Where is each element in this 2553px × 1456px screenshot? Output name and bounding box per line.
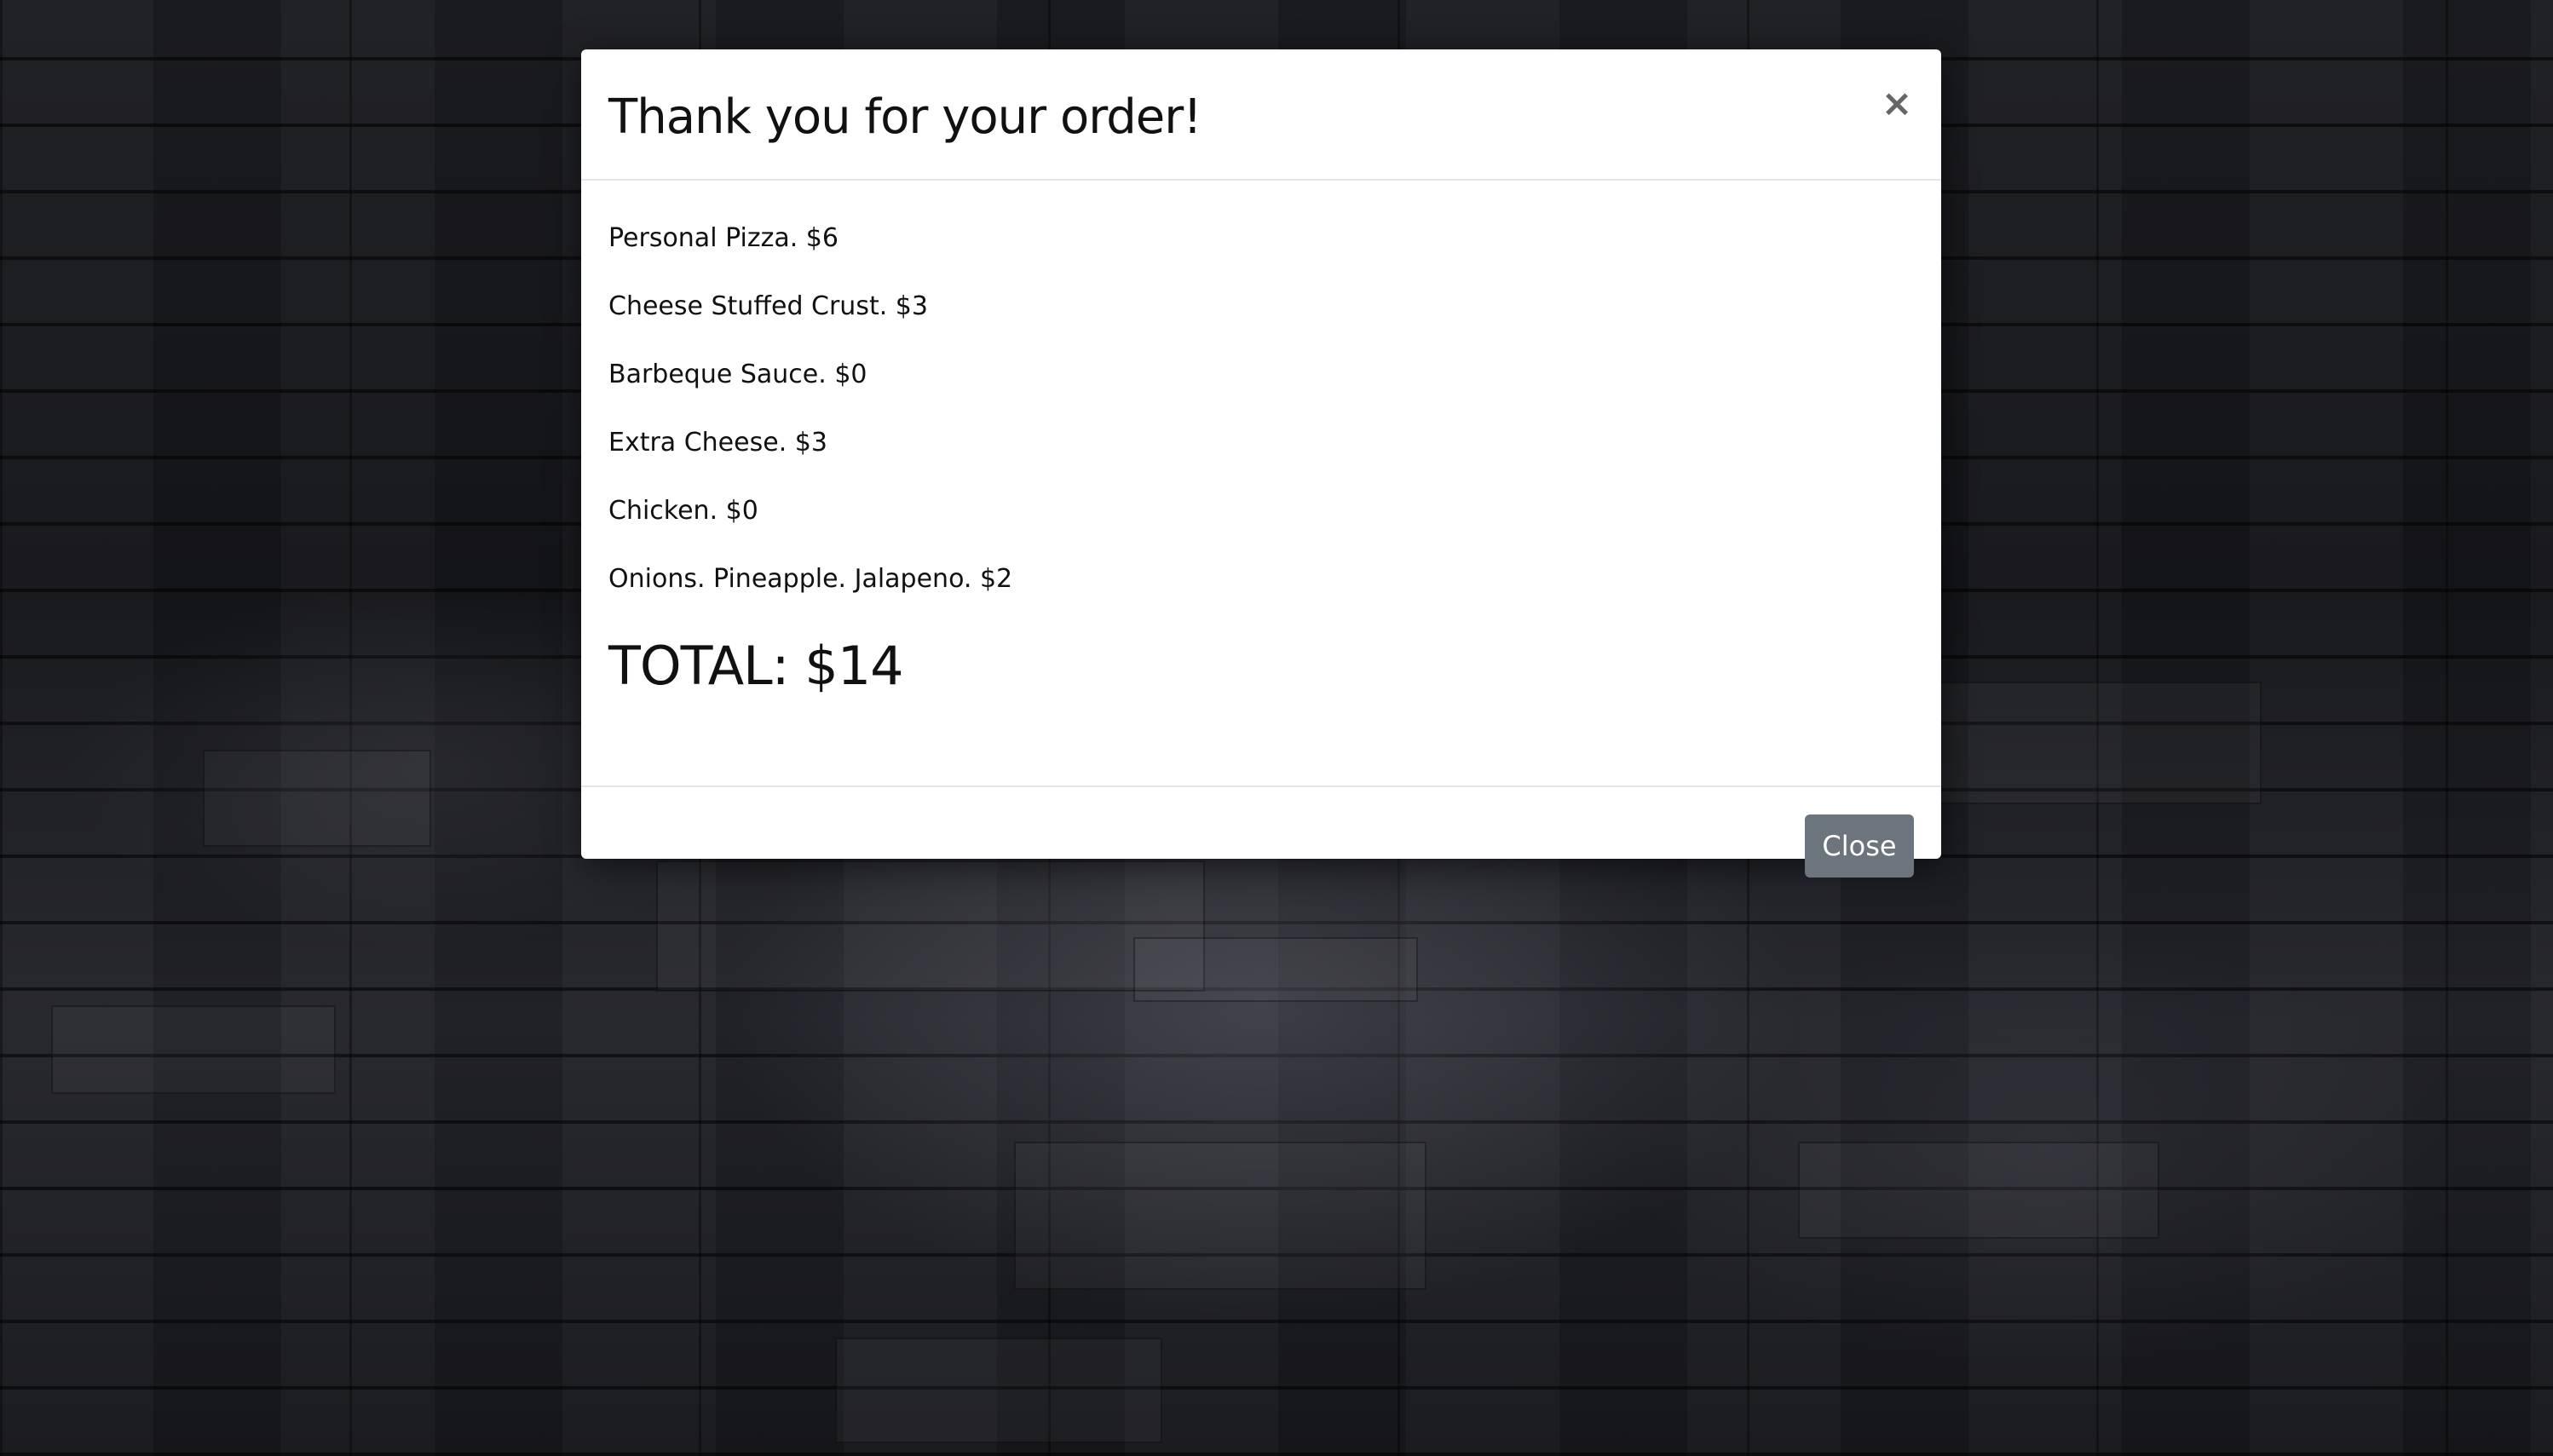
background-stone xyxy=(1133,937,1418,1002)
order-item: Chicken. $0 xyxy=(608,496,758,526)
order-item: Barbeque Sauce. $0 xyxy=(608,360,867,389)
background-stone xyxy=(656,860,1205,992)
modal-title: Thank you for your order! xyxy=(608,89,1202,145)
background-stone xyxy=(1014,1142,1426,1290)
order-item: Personal Pizza. $6 xyxy=(608,223,839,253)
order-total: TOTAL: $14 xyxy=(608,635,904,697)
modal-footer: Close xyxy=(581,787,1941,878)
order-item: Onions. Pineapple. Jalapeno. $2 xyxy=(608,564,1013,594)
background-stone xyxy=(1798,1142,2159,1239)
order-confirmation-modal: Thank you for your order! × Personal Piz… xyxy=(581,49,1941,878)
background-stone xyxy=(51,1005,336,1094)
background-stone xyxy=(835,1338,1162,1443)
background-stone xyxy=(1934,682,2262,804)
close-icon[interactable]: × xyxy=(1880,85,1914,123)
background-stone xyxy=(203,750,431,847)
order-item: Cheese Stuffed Crust. $3 xyxy=(608,291,928,321)
order-item: Extra Cheese. $3 xyxy=(608,428,827,458)
modal-body: Personal Pizza. $6 Cheese Stuffed Crust.… xyxy=(581,181,1941,787)
modal-header: Thank you for your order! × xyxy=(581,49,1941,181)
close-button[interactable]: Close xyxy=(1805,814,1914,878)
